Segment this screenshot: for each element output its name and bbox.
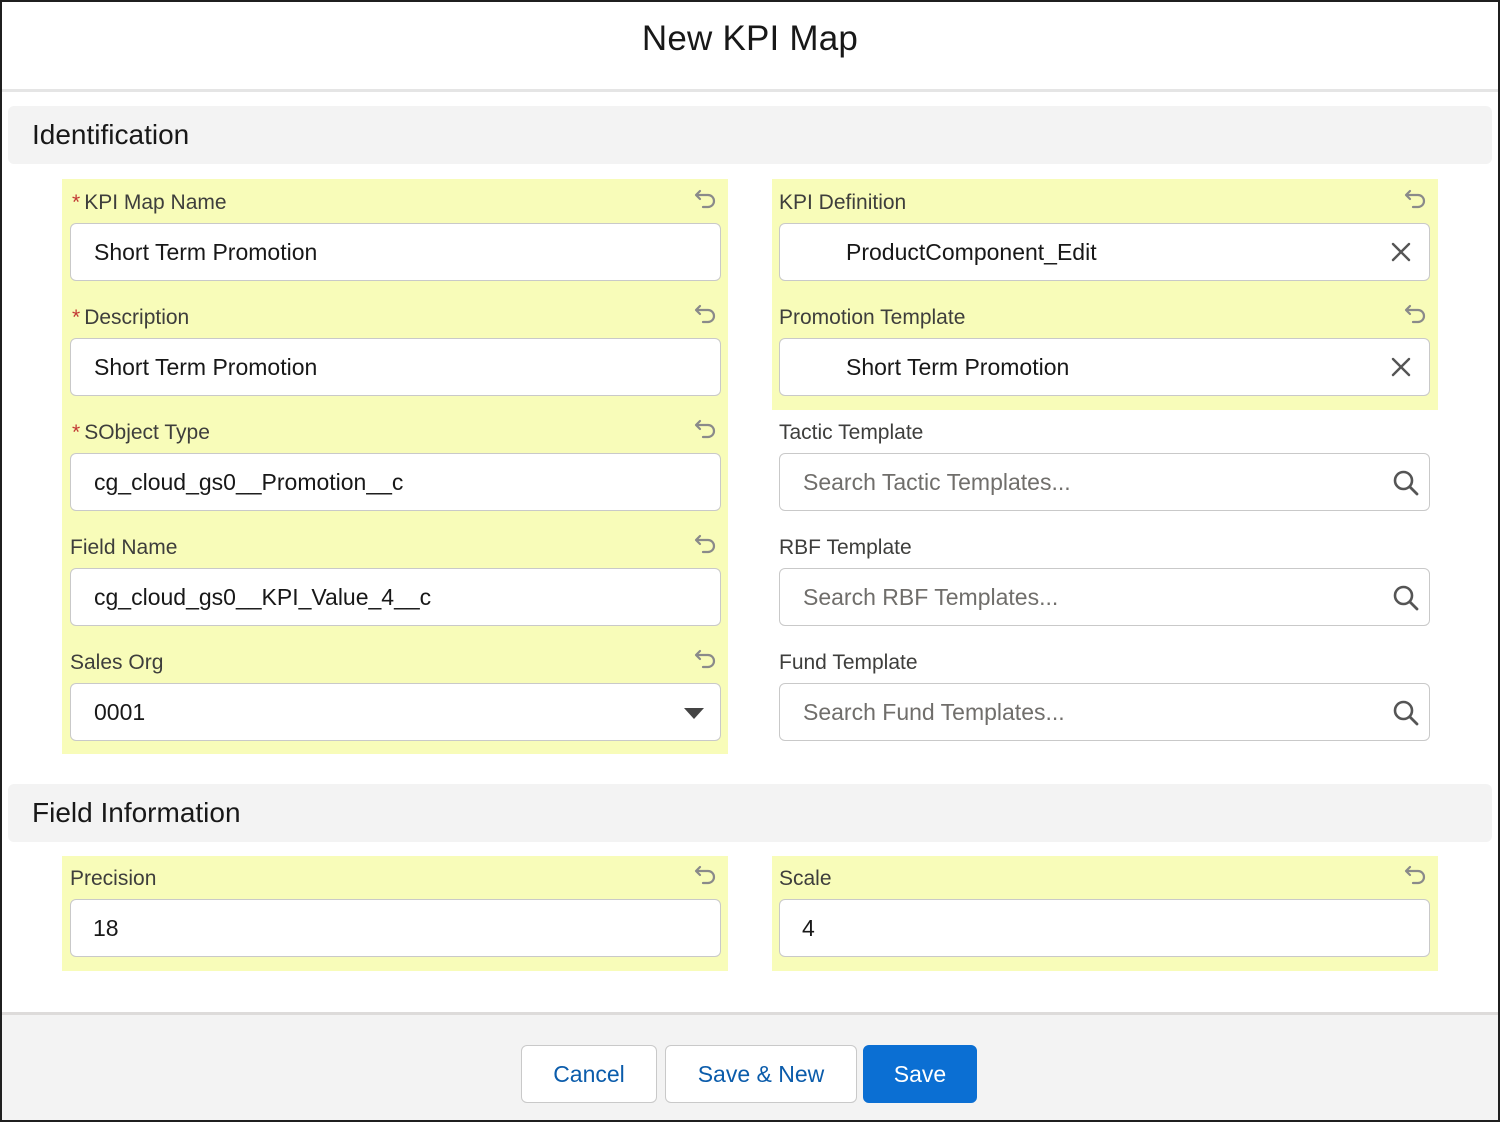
sales-org-label: Sales Org <box>70 651 164 674</box>
undo-icon[interactable] <box>693 301 719 327</box>
promotion-template-label: Promotion Template <box>779 306 966 329</box>
clear-icon[interactable] <box>1389 355 1413 379</box>
promotion-template-selected-value: Short Term Promotion <box>846 353 1070 380</box>
kpi-definition-label: KPI Definition <box>779 191 907 214</box>
undo-icon[interactable] <box>693 862 719 888</box>
tactic-template-label: Tactic Template <box>779 421 924 444</box>
tactic-template-placeholder: Search Tactic Templates... <box>803 468 1071 495</box>
precision-input[interactable]: 18 <box>70 899 721 957</box>
rbf-template-label: RBF Template <box>779 536 912 559</box>
description-label: * Description <box>72 306 190 329</box>
fund-template-search-input[interactable]: Search Fund Templates... <box>779 683 1430 741</box>
undo-icon[interactable] <box>693 531 719 557</box>
undo-icon[interactable] <box>693 646 719 672</box>
kpi-map-name-input[interactable]: Short Term Promotion <box>70 223 721 281</box>
sobject-type-input[interactable]: cg_cloud_gs0__Promotion__c <box>70 453 721 511</box>
scale-label: Scale <box>779 867 832 890</box>
kpi-map-name-label: * KPI Map Name <box>72 191 227 214</box>
undo-icon[interactable] <box>693 186 719 212</box>
sobject-type-label: * SObject Type <box>72 421 210 444</box>
dropdown-caret-icon <box>684 708 704 719</box>
save-and-new-button[interactable]: Save & New <box>665 1045 857 1103</box>
search-icon <box>1393 470 1419 496</box>
cancel-button[interactable]: Cancel <box>521 1045 657 1103</box>
kpi-definition-lookup[interactable]: ProductComponent_Edit <box>779 223 1430 281</box>
undo-icon[interactable] <box>1403 862 1429 888</box>
new-kpi-map-modal: New KPI Map Identification * KPI Map Name… <box>0 0 1500 1122</box>
save-button[interactable]: Save <box>863 1045 977 1103</box>
undo-icon[interactable] <box>1403 186 1429 212</box>
modal-header: New KPI Map <box>2 2 1498 92</box>
rbf-template-search-input[interactable]: Search RBF Templates... <box>779 568 1430 626</box>
search-icon <box>1393 700 1419 726</box>
section-identification[interactable]: Identification <box>8 106 1492 164</box>
undo-icon[interactable] <box>1403 301 1429 327</box>
scale-input[interactable]: 4 <box>779 899 1430 957</box>
fund-template-label: Fund Template <box>779 651 918 674</box>
kpi-definition-selected-value: ProductComponent_Edit <box>846 238 1097 265</box>
modal-footer: Cancel Save & New Save <box>2 1012 1498 1120</box>
clear-icon[interactable] <box>1389 240 1413 264</box>
required-marker: * <box>72 421 81 444</box>
promotion-template-lookup[interactable]: Short Term Promotion <box>779 338 1430 396</box>
modal-title: New KPI Map <box>641 18 859 58</box>
precision-label: Precision <box>70 867 157 890</box>
section-field-information[interactable]: Field Information <box>8 784 1492 842</box>
sales-org-selected-value: 0001 <box>94 698 146 725</box>
fund-template-placeholder: Search Fund Templates... <box>803 698 1065 725</box>
required-marker: * <box>72 306 81 329</box>
tactic-template-search-input[interactable]: Search Tactic Templates... <box>779 453 1430 511</box>
rbf-template-placeholder: Search RBF Templates... <box>803 583 1059 610</box>
sales-org-select[interactable]: 0001 <box>70 683 721 741</box>
search-icon <box>1393 585 1419 611</box>
field-name-label: Field Name <box>70 536 178 559</box>
description-input[interactable]: Short Term Promotion <box>70 338 721 396</box>
required-marker: * <box>72 191 81 214</box>
field-name-input[interactable]: cg_cloud_gs0__KPI_Value_4__c <box>70 568 721 626</box>
undo-icon[interactable] <box>693 416 719 442</box>
